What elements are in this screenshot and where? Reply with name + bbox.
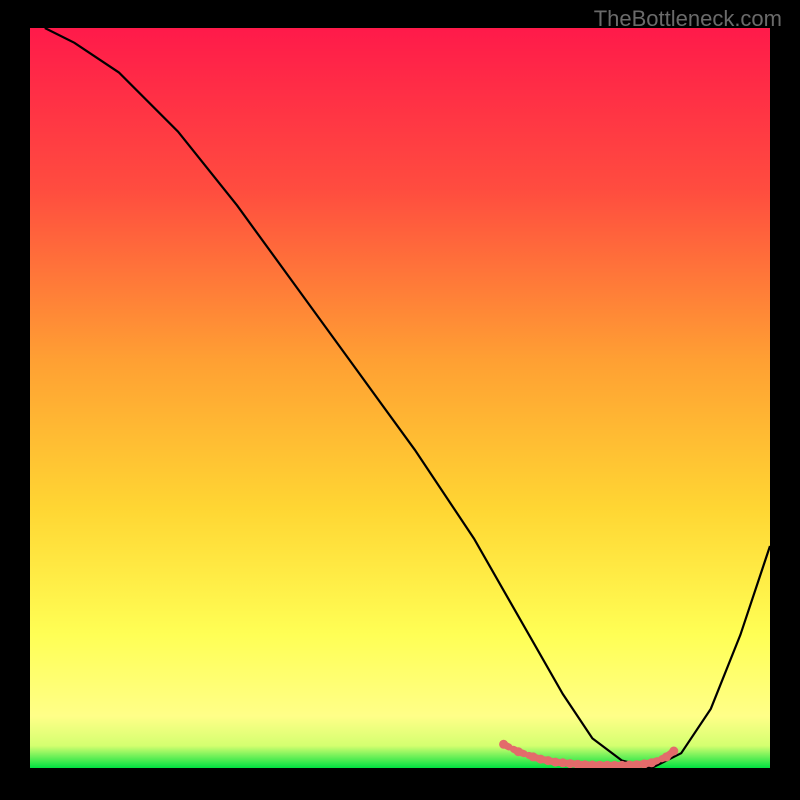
bottom-marker: [536, 755, 545, 764]
plot-area: [30, 28, 770, 768]
bottom-marker-group: [499, 740, 678, 768]
bottom-marker: [514, 747, 523, 756]
chart-svg: [30, 28, 770, 768]
bottom-marker: [544, 756, 553, 765]
plot-frame: [30, 28, 770, 768]
bottleneck-curve: [45, 28, 770, 768]
watermark-text: TheBottleneck.com: [594, 6, 782, 32]
bottom-marker: [499, 740, 508, 749]
bottom-marker: [669, 747, 678, 756]
bottom-marker: [662, 752, 671, 761]
bottom-marker: [647, 758, 656, 767]
